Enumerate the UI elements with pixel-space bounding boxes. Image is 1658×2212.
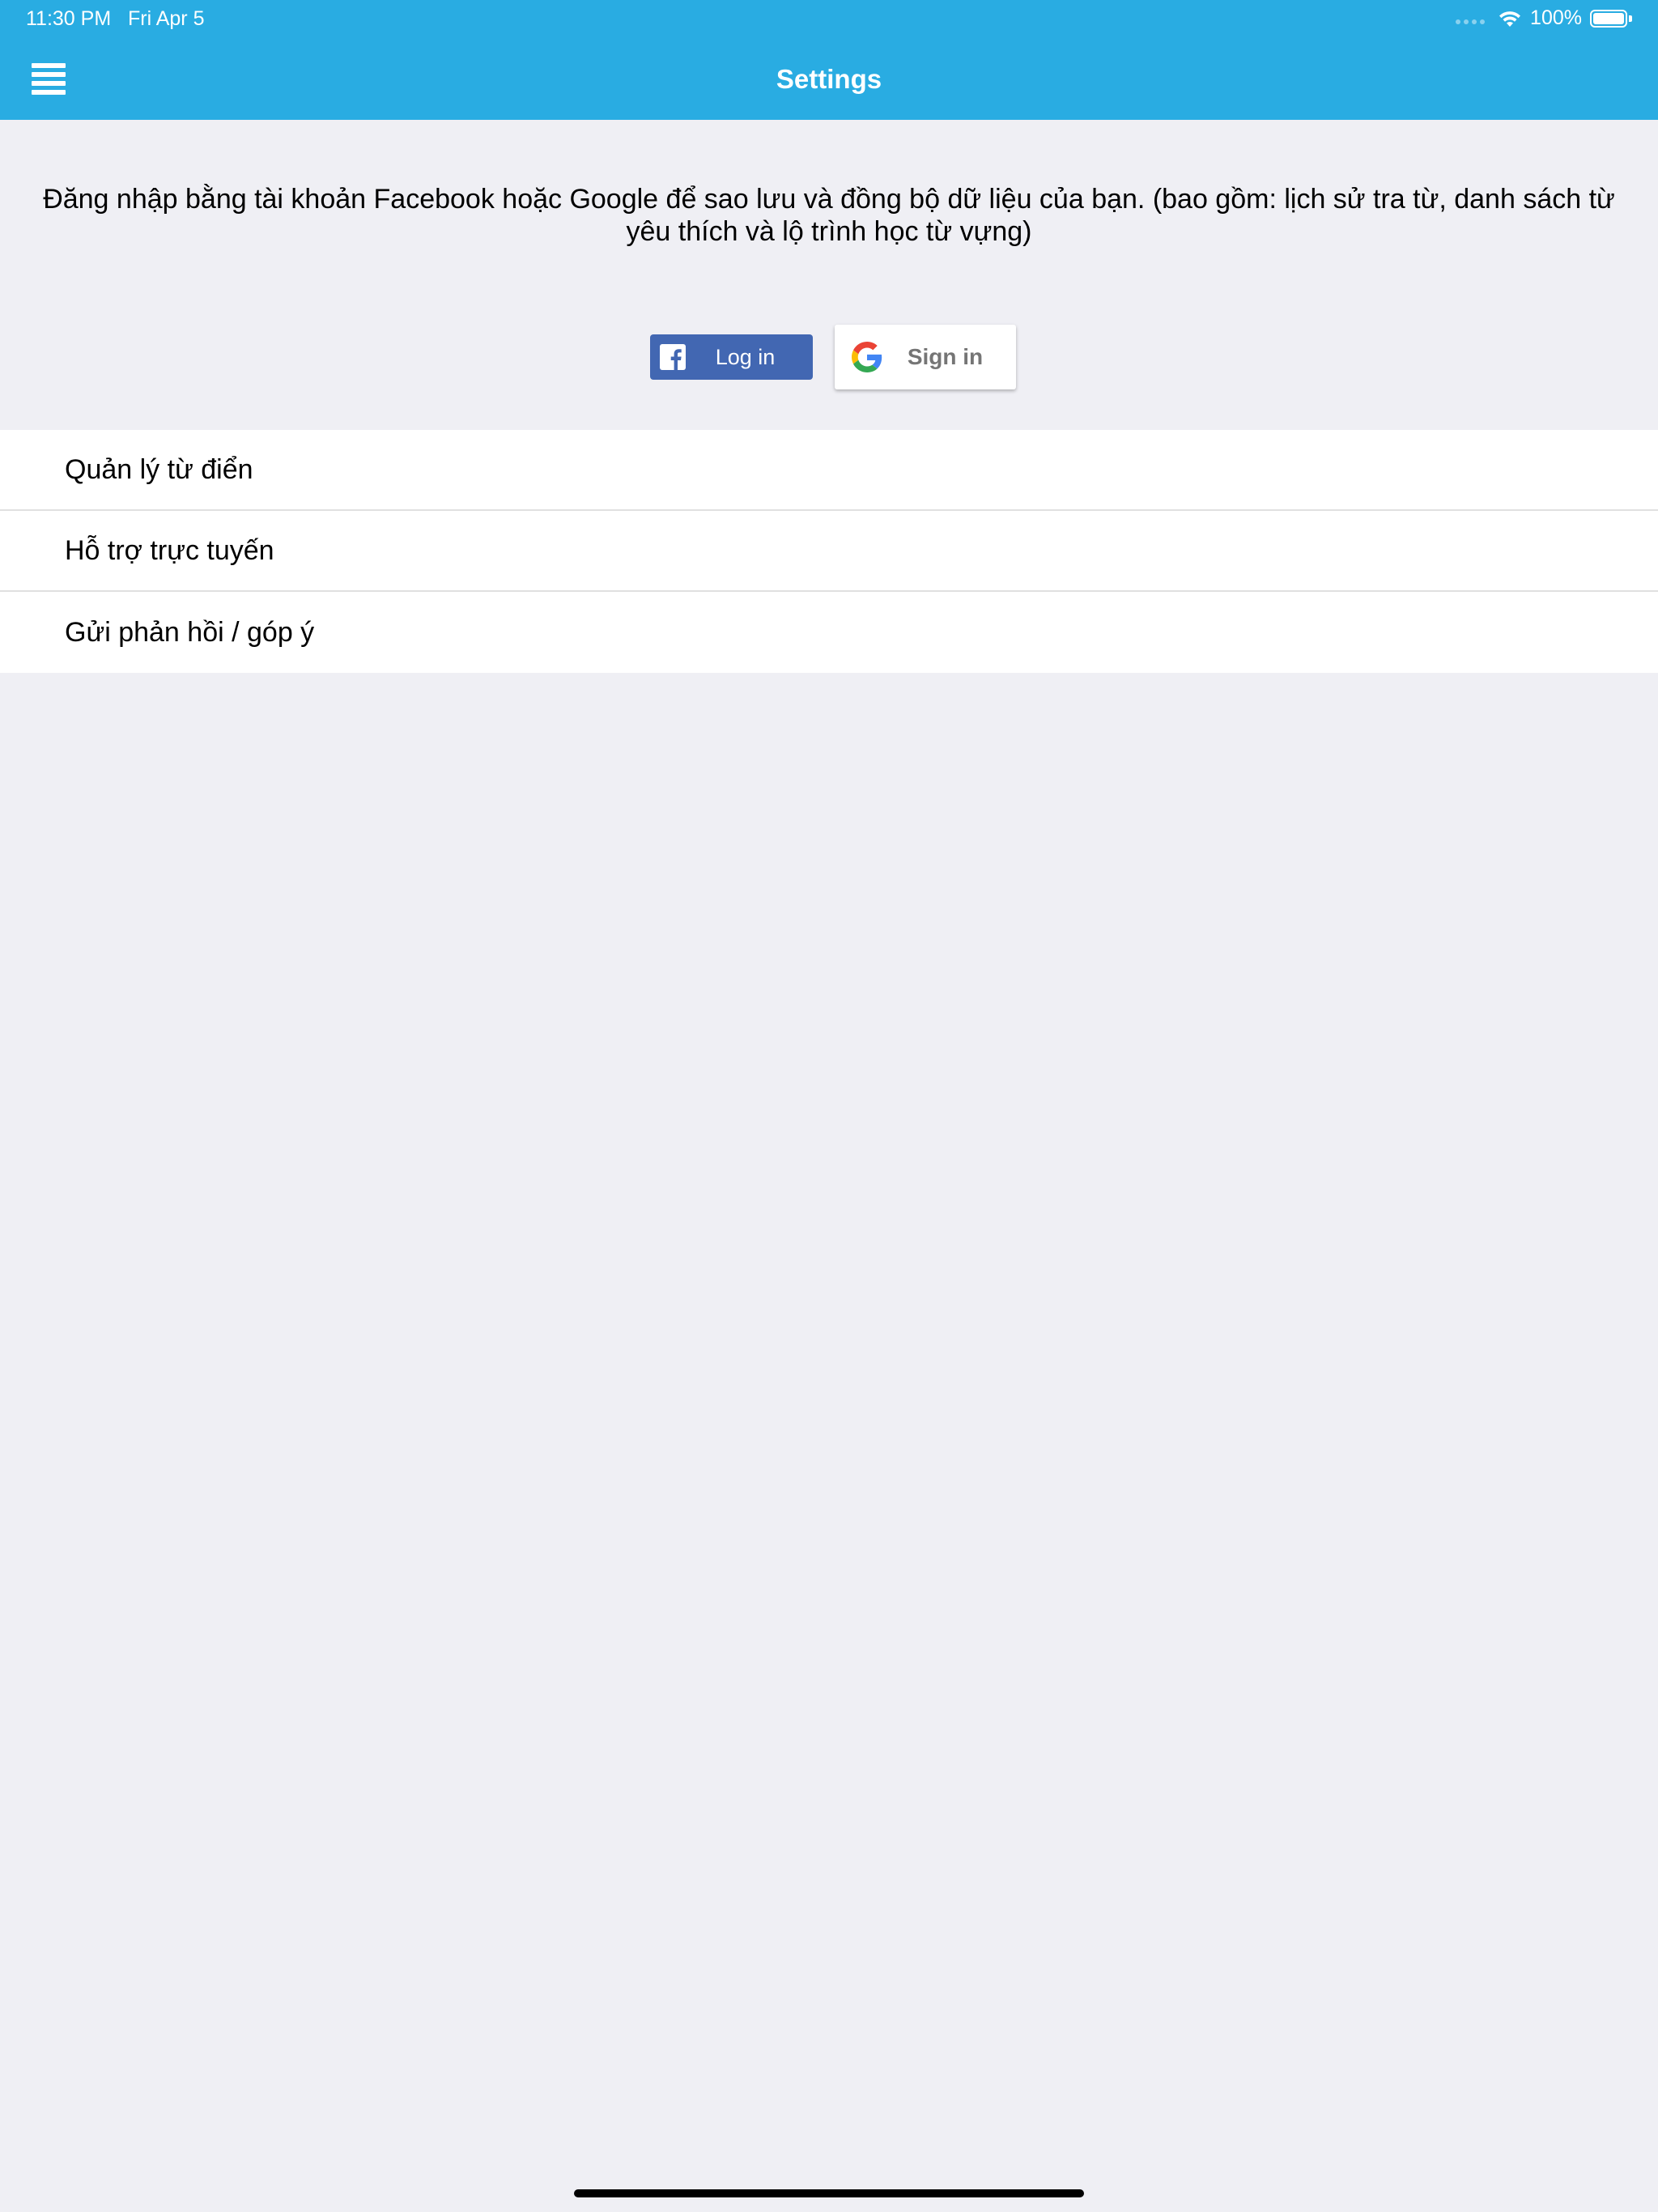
navigation-bar: Settings — [0, 39, 1658, 120]
status-date: Fri Apr 5 — [128, 7, 205, 30]
signal-dots-icon — [1456, 19, 1486, 24]
wifi-icon — [1499, 11, 1521, 27]
home-indicator[interactable] — [574, 2189, 1084, 2197]
login-description: Đăng nhập bằng tài khoản Facebook hoặc G… — [43, 184, 1615, 247]
battery-cap — [1629, 15, 1632, 22]
google-signin-label: Sign in — [907, 344, 984, 369]
list-item-send-feedback[interactable]: Gửi phản hồi / góp ý — [0, 592, 1658, 673]
status-time: 11:30 PM — [26, 7, 112, 30]
app-header: 11:30 PM Fri Apr 5 100% Settings — [0, 0, 1658, 120]
list-item-label: Gửi phản hồi / góp ý — [65, 616, 315, 648]
facebook-icon — [660, 344, 686, 370]
google-icon — [852, 342, 882, 372]
list-item-dictionary-management[interactable]: Quản lý từ điển — [0, 430, 1658, 511]
list-item-label: Quản lý từ điển — [65, 453, 253, 485]
list-item-online-support[interactable]: Hỗ trợ trực tuyến — [0, 511, 1658, 592]
facebook-login-button[interactable]: Log in — [650, 334, 813, 380]
hamburger-menu-icon[interactable] — [24, 58, 73, 99]
settings-list: Quản lý từ điển Hỗ trợ trực tuyến Gửi ph… — [0, 430, 1658, 673]
status-indicators: 100% — [1456, 6, 1632, 30]
page-title: Settings — [776, 64, 882, 94]
status-bar: 11:30 PM Fri Apr 5 100% — [0, 0, 1658, 39]
battery-full-icon — [1590, 9, 1627, 28]
google-signin-button[interactable]: Sign in — [835, 325, 1016, 389]
battery-percent: 100% — [1530, 6, 1582, 29]
facebook-login-label: Log in — [715, 344, 776, 369]
list-item-label: Hỗ trợ trực tuyến — [65, 534, 274, 566]
